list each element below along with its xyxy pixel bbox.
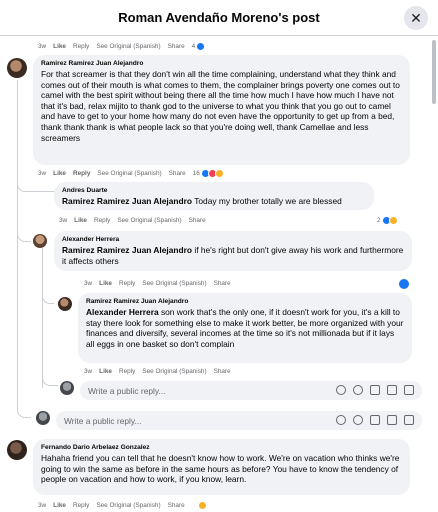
camera-icon[interactable] [370, 385, 380, 395]
haha-reaction-icon [214, 169, 224, 178]
reply-input[interactable]: Write a public reply... [80, 381, 422, 400]
reply-button[interactable]: Reply [73, 43, 89, 50]
like-button[interactable]: Like [74, 217, 87, 224]
thread-connector [17, 224, 31, 242]
reactions-summary[interactable]: 16 [193, 169, 224, 178]
dialog-title: Roman Avendaño Moreno's post [118, 10, 320, 25]
camera-icon[interactable] [370, 415, 380, 425]
comment-author[interactable]: Ramirez Ramirez Juan Alejandro [86, 297, 404, 306]
like-button[interactable]: Like [53, 43, 66, 50]
share-button[interactable]: Share [189, 217, 206, 224]
like-reaction-icon[interactable] [399, 279, 409, 289]
timestamp[interactable]: 3w [84, 368, 92, 375]
see-original-link[interactable]: See Original (Spanish) [96, 43, 160, 50]
emoji-icon[interactable] [353, 385, 363, 395]
comment-author[interactable]: Alexander Herrera [62, 235, 404, 244]
comment-actions: 3w Like Reply See Original (Spanish) Sha… [38, 42, 206, 51]
comment-author[interactable]: Fernando Dario Arbelaez Gonzalez [41, 443, 402, 452]
avatar[interactable] [7, 440, 27, 460]
gif-icon[interactable] [387, 385, 397, 395]
thread-line [42, 248, 43, 388]
sticker-icon[interactable] [336, 415, 346, 425]
timestamp[interactable]: 3w [38, 43, 46, 50]
see-original-link[interactable]: See Original (Spanish) [96, 502, 160, 509]
avatar[interactable] [58, 297, 72, 311]
comment-actions: 3w Like Reply See Original (Spanish) Sha… [38, 501, 207, 510]
dialog-header: Roman Avendaño Moreno's post ✕ [0, 0, 438, 36]
reply-button[interactable]: Reply [119, 368, 135, 375]
input-actions [336, 415, 414, 425]
reply-input-placeholder: Write a public reply... [64, 415, 142, 426]
share-button[interactable]: Share [168, 43, 185, 50]
comment-actions: 3w Like Reply See Original (Spanish) Sha… [84, 280, 231, 287]
like-button[interactable]: Like [99, 368, 112, 375]
sticker-icon[interactable] [336, 385, 346, 395]
close-icon: ✕ [410, 9, 422, 26]
share-button[interactable]: Share [214, 368, 231, 375]
comment-bubble: Ramirez Ramirez Juan Alejandro For that … [33, 55, 410, 165]
reply-button[interactable]: Reply [119, 280, 135, 287]
share-button[interactable]: Share [168, 502, 185, 509]
comment-bubble: Alexander Herrera Ramirez Ramirez Juan A… [54, 231, 412, 271]
see-original-link[interactable]: See Original (Spanish) [142, 368, 206, 375]
comment-actions: 3w Like Reply See Original (Spanish) Sha… [59, 217, 206, 224]
reply-input-placeholder: Write a public reply... [88, 385, 166, 396]
haha-reaction-icon[interactable] [197, 501, 207, 510]
like-button[interactable]: Like [99, 280, 112, 287]
input-actions [336, 385, 414, 395]
scrollbar-thumb[interactable] [432, 40, 436, 104]
see-original-link[interactable]: See Original (Spanish) [142, 280, 206, 287]
share-button[interactable]: Share [169, 170, 186, 177]
share-button[interactable]: Share [214, 280, 231, 287]
reply-button[interactable]: Reply [73, 170, 90, 177]
haha-reaction-icon [388, 216, 398, 225]
thread-connector [17, 390, 31, 418]
like-reaction-icon [196, 42, 206, 51]
current-user-avatar[interactable] [60, 381, 74, 395]
see-original-link[interactable]: See Original (Spanish) [117, 217, 181, 224]
comment-bubble: Andres Duarte Ramirez Ramirez Juan Aleja… [54, 182, 374, 210]
see-original-link[interactable]: See Original (Spanish) [97, 170, 161, 177]
comment-text: Today my brother totally we are blessed [192, 196, 342, 206]
like-button[interactable]: Like [53, 502, 66, 509]
mention-link[interactable]: Ramirez Ramirez Juan Alejandro [62, 245, 192, 255]
thread-connector [17, 176, 57, 192]
close-button[interactable]: ✕ [404, 6, 428, 30]
avatar-sticker-icon[interactable] [404, 385, 414, 395]
current-user-avatar[interactable] [36, 411, 50, 425]
mention-link[interactable]: Alexander Herrera [86, 307, 159, 317]
avatar[interactable] [7, 58, 27, 78]
comment-text: Hahaha friend you can tell that he doesn… [41, 453, 400, 485]
gif-icon[interactable] [387, 415, 397, 425]
comment-author[interactable]: Andres Duarte [62, 186, 366, 195]
reactions-summary[interactable]: 4 [192, 42, 206, 51]
comment-bubble: Fernando Dario Arbelaez Gonzalez Hahaha … [33, 439, 410, 495]
timestamp[interactable]: 3w [84, 280, 92, 287]
comment-author[interactable]: Ramirez Ramirez Juan Alejandro [41, 59, 402, 68]
timestamp[interactable]: 3w [59, 217, 67, 224]
emoji-icon[interactable] [353, 415, 363, 425]
timestamp[interactable]: 3w [38, 502, 46, 509]
avatar[interactable] [33, 234, 47, 248]
avatar-sticker-icon[interactable] [404, 415, 414, 425]
reply-input[interactable]: Write a public reply... [56, 411, 422, 430]
comment-bubble: Ramirez Ramirez Juan Alejandro Alexander… [78, 293, 412, 363]
thread-connector [42, 290, 54, 304]
reply-button[interactable]: Reply [94, 217, 110, 224]
reactions-summary[interactable]: 2 [377, 216, 398, 225]
thread-connector [42, 368, 58, 386]
reply-button[interactable]: Reply [73, 502, 89, 509]
mention-link[interactable]: Ramirez Ramirez Juan Alejandro [62, 196, 192, 206]
comment-text: For that screamer is that they don't win… [41, 69, 400, 143]
comment-actions: 3w Like Reply See Original (Spanish) Sha… [38, 169, 224, 178]
comment-actions: 3w Like Reply See Original (Spanish) Sha… [84, 368, 231, 375]
